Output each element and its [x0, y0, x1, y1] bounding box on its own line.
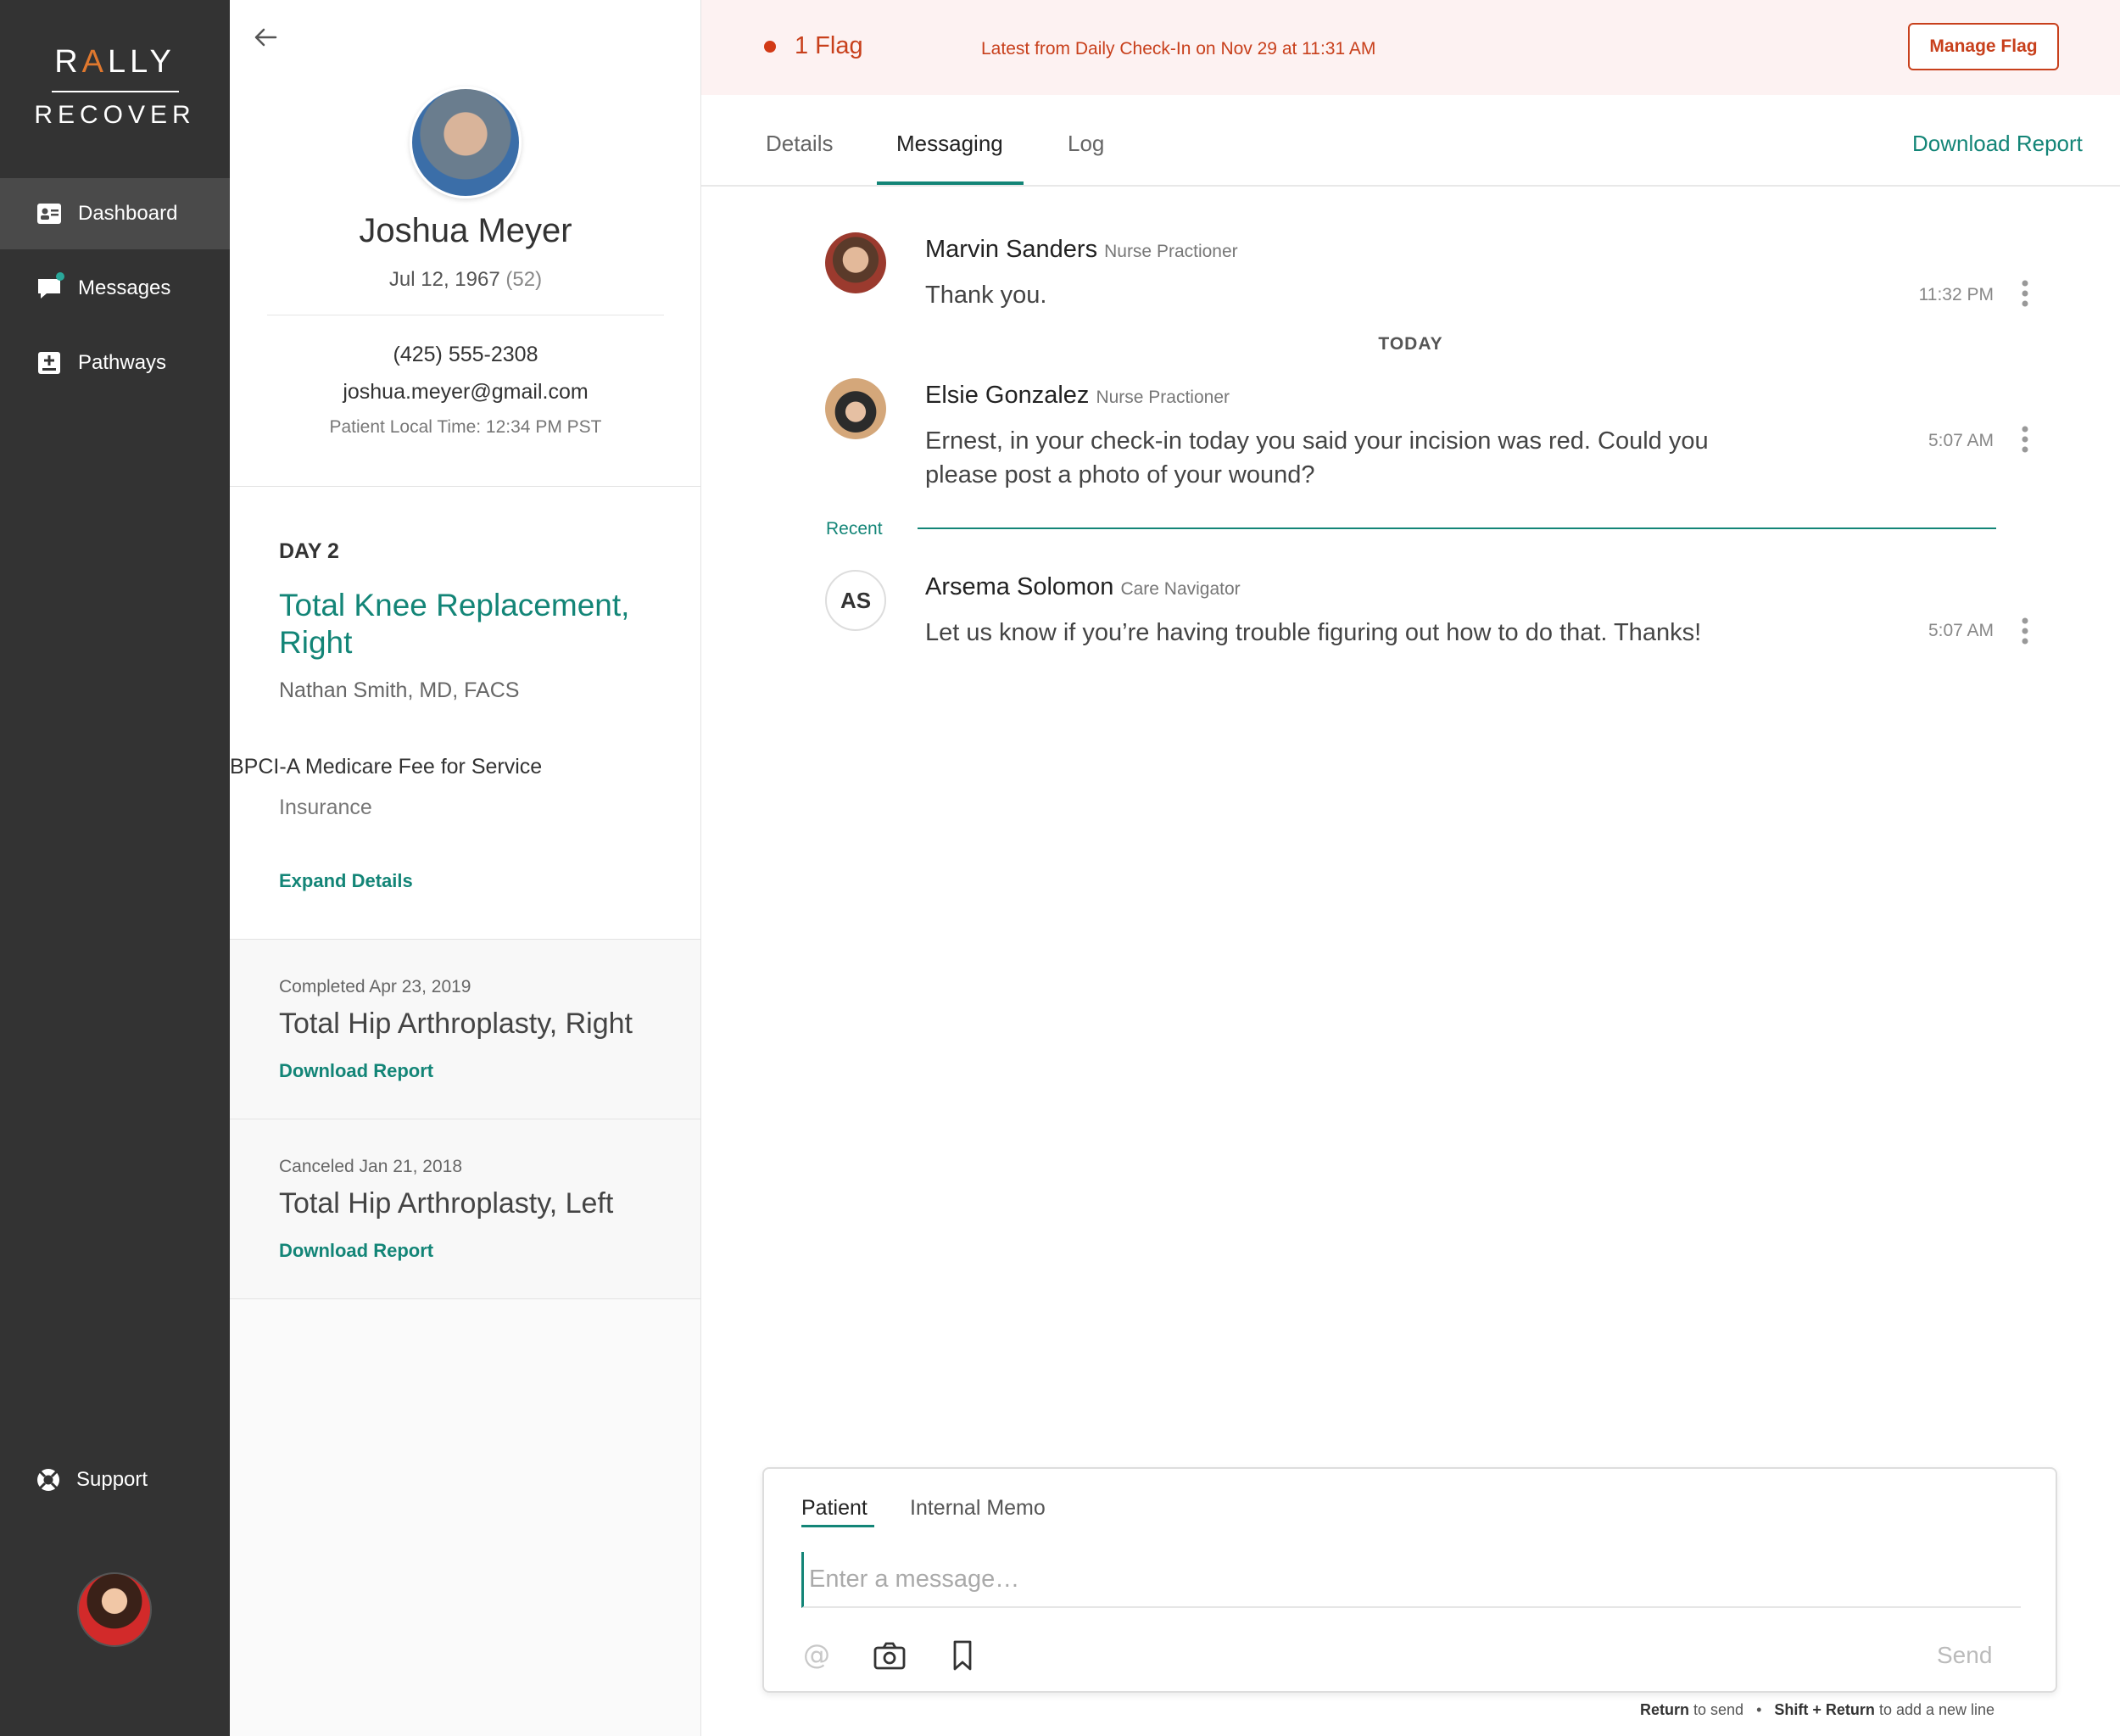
history-download-report-link[interactable]: Download Report: [279, 1240, 433, 1262]
sidebar-item-label: Messages: [78, 276, 171, 299]
patient-dob-date: Jul 12, 1967: [388, 268, 500, 291]
sidebar-item-label: Dashboard: [78, 202, 178, 225]
composer-tab-internal-memo[interactable]: Internal Memo: [910, 1496, 1046, 1521]
logo-rule: [51, 91, 179, 92]
history-title: Total Hip Arthroplasty, Right: [279, 1008, 633, 1040]
camera-icon[interactable]: [873, 1638, 907, 1672]
episode-plan-label: Insurance: [279, 795, 372, 819]
logo-recover: RECOVER: [34, 101, 196, 129]
date-divider-today: TODAY: [1378, 334, 1443, 354]
logo-rally: RALLY: [54, 44, 176, 80]
send-button[interactable]: Send: [1937, 1642, 1992, 1669]
history-download-report-link[interactable]: Download Report: [279, 1060, 433, 1082]
recent-divider-label: Recent: [826, 519, 883, 539]
patient-age: (52): [505, 268, 543, 291]
sender-avatar: [825, 378, 886, 439]
patient-name: Joshua Meyer: [359, 212, 572, 249]
hint-shift-key: Shift + Return: [1774, 1701, 1875, 1718]
sidebar-nav: Dashboard Messages Pathways: [0, 178, 230, 402]
flag-dot-icon: [764, 41, 776, 53]
message-body: Ernest, in your check-in today you said …: [925, 427, 1709, 488]
more-options-icon[interactable]: [2021, 426, 2029, 453]
sender-role: Nurse Practioner: [1096, 388, 1230, 407]
hint-shift-text: to add a new line: [1878, 1701, 1995, 1718]
patient-avatar: [410, 87, 522, 198]
lifebuoy-icon: [37, 1469, 59, 1491]
history-date: Canceled Jan 21, 2018: [279, 1157, 462, 1176]
sender-role: Nurse Practioner: [1104, 242, 1238, 261]
history-item: Completed Apr 23, 2019 Total Hip Arthrop…: [230, 940, 700, 1119]
user-avatar[interactable]: [77, 1572, 152, 1647]
tab-log[interactable]: Log: [1068, 131, 1104, 157]
more-options-icon[interactable]: [2021, 617, 2029, 645]
support-label: Support: [76, 1468, 148, 1491]
active-tab-indicator: [877, 181, 1024, 185]
pathways-icon: [36, 350, 63, 376]
flag-count: 1 Flag: [795, 32, 863, 59]
rally-recover-logo[interactable]: RALLY RECOVER: [0, 44, 230, 130]
patient-email[interactable]: joshua.meyer@gmail.com: [230, 380, 701, 405]
manage-flag-button[interactable]: Manage Flag: [1908, 23, 2059, 70]
svg-text:@: @: [803, 1638, 830, 1671]
history-title: Total Hip Arthroplasty, Left: [279, 1187, 614, 1220]
hint-separator: •: [1756, 1701, 1762, 1718]
recent-divider-line: [918, 527, 1996, 529]
sidebar-item-label: Pathways: [78, 351, 167, 374]
sender-name: Elsie Gonzalez: [925, 382, 1090, 409]
message-time: 5:07 AM: [1928, 431, 1994, 450]
episode-surgeon: Nathan Smith, MD, FACS: [279, 678, 520, 702]
history-item: Canceled Jan 21, 2018 Total Hip Arthropl…: [230, 1119, 700, 1299]
tab-details[interactable]: Details: [766, 131, 833, 157]
hint-return-text: to send: [1693, 1701, 1744, 1718]
expand-details-link[interactable]: Expand Details: [279, 870, 413, 892]
dashboard-icon: [36, 201, 63, 226]
logo-accent-letter: A: [81, 44, 108, 80]
sender-avatar: [825, 232, 886, 293]
sender-name: Arsema Solomon: [925, 573, 1114, 600]
mention-icon[interactable]: @: [800, 1638, 834, 1672]
composer-hint: Return to send • Shift + Return to add a…: [1640, 1701, 1994, 1719]
patient-dob: Jul 12, 1967 (52): [230, 268, 701, 292]
message-time: 5:07 AM: [1928, 621, 1994, 640]
sidebar-item-dashboard[interactable]: Dashboard: [0, 178, 230, 249]
composer-tab-patient[interactable]: Patient: [801, 1496, 868, 1521]
flag-banner: 1 Flag Latest from Daily Check-In on Nov…: [701, 0, 2120, 95]
message-body: Let us know if you’re having trouble fig…: [925, 619, 1702, 646]
sidebar: RALLY RECOVER Dashboard Messages Pathway…: [0, 0, 230, 1736]
main-content: 1 Flag Latest from Daily Check-In on Nov…: [701, 0, 2120, 1736]
messages-icon: [36, 272, 64, 301]
episode-day: DAY 2: [279, 539, 339, 563]
sidebar-item-pathways[interactable]: Pathways: [0, 327, 230, 399]
sender-role: Care Navigator: [1120, 579, 1241, 599]
patient-profile: Joshua Meyer Jul 12, 1967 (52) (425) 555…: [230, 0, 700, 487]
sender: Marvin Sanders Nurse Practioner: [925, 236, 1238, 264]
composer-active-tab-indicator: [801, 1525, 874, 1527]
message-time: 11:32 PM: [1918, 285, 1994, 304]
message-input[interactable]: [801, 1552, 2021, 1608]
message-composer: Patient Internal Memo @ Send: [762, 1467, 2057, 1693]
patient-local-time: Patient Local Time: 12:34 PM PST: [329, 417, 602, 437]
back-arrow-icon[interactable]: [250, 22, 281, 53]
current-episode: DAY 2 Total Knee Replacement, Right Nath…: [230, 487, 700, 940]
patient-phone[interactable]: (425) 555-2308: [230, 343, 701, 367]
history-date: Completed Apr 23, 2019: [279, 977, 471, 996]
episode-title: Total Knee Replacement, Right: [279, 588, 630, 660]
sender-name: Marvin Sanders: [925, 236, 1098, 263]
tab-messaging[interactable]: Messaging: [896, 131, 1003, 157]
sidebar-item-messages[interactable]: Messages: [0, 253, 230, 324]
more-options-icon[interactable]: [2021, 280, 2029, 307]
message-body: Thank you.: [925, 282, 1047, 309]
tab-bar: Details Messaging Log Download Report: [701, 95, 2120, 187]
patient-panel: Joshua Meyer Jul 12, 1967 (52) (425) 555…: [230, 0, 701, 1736]
unread-dot: [56, 272, 64, 281]
hint-return-key: Return: [1640, 1701, 1689, 1718]
bookmark-icon[interactable]: [946, 1638, 979, 1672]
sender-avatar-initials: AS: [825, 570, 886, 631]
sidebar-item-support[interactable]: Support: [36, 1467, 148, 1493]
sender: Arsema Solomon Care Navigator: [925, 573, 1241, 601]
download-report-link[interactable]: Download Report: [1912, 131, 2083, 157]
sender: Elsie Gonzalez Nurse Practioner: [925, 382, 1230, 410]
episode-plan: BPCI-A Medicare Fee for Service: [230, 755, 543, 779]
flag-latest: Latest from Daily Check-In on Nov 29 at …: [981, 39, 1376, 59]
